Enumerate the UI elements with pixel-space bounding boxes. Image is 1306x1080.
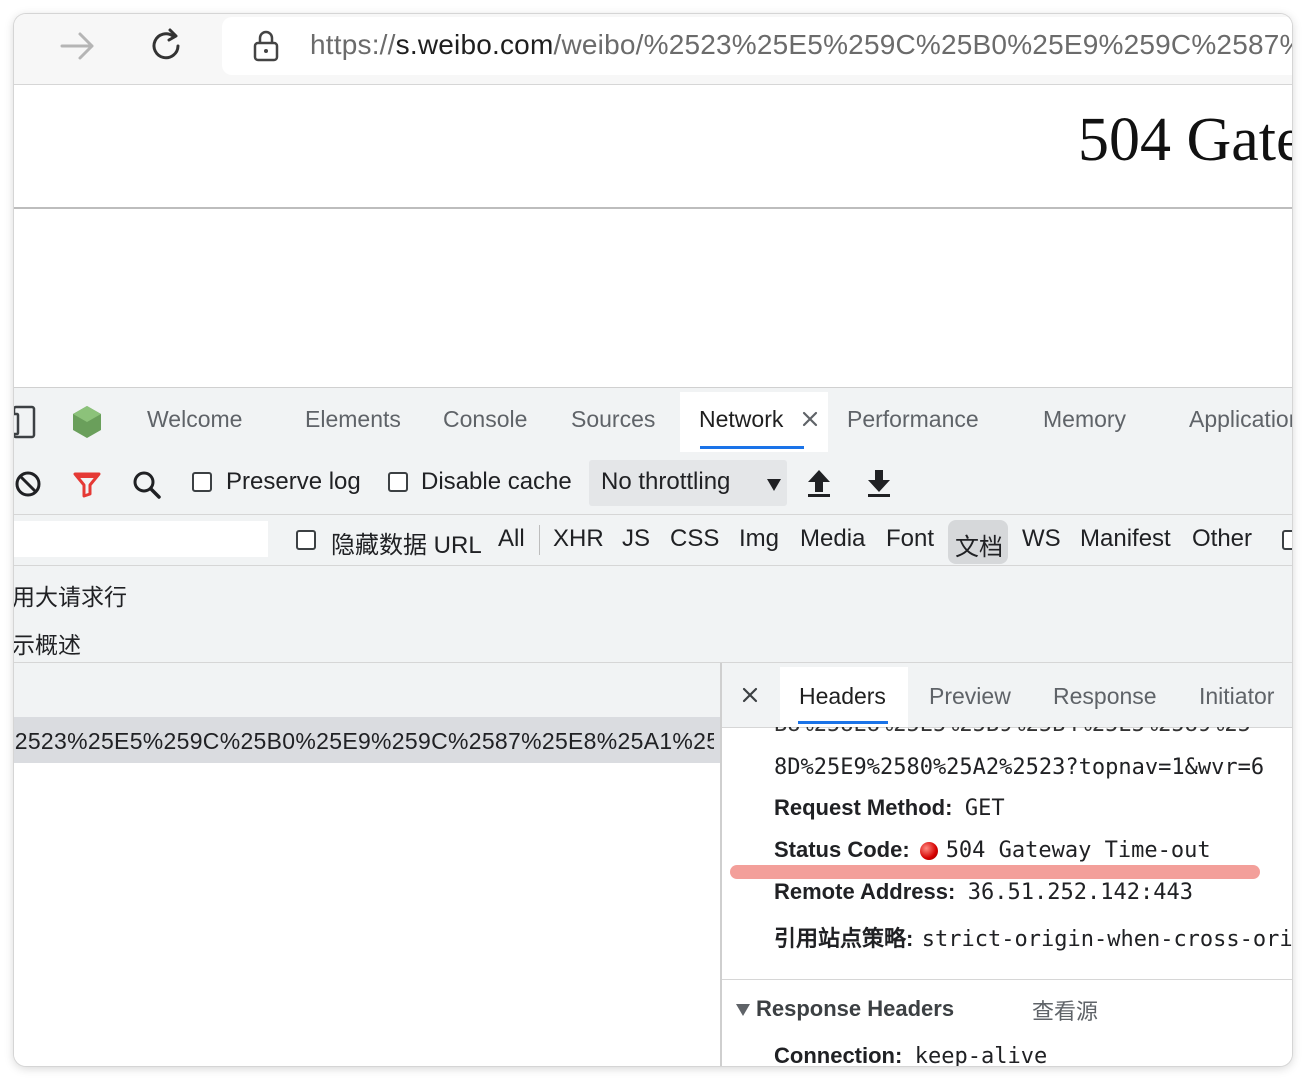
- throttling-select[interactable]: No throttling: [589, 460, 787, 506]
- show-overview-label[interactable]: 示概述: [14, 626, 81, 660]
- request-details: Headers Preview Response Initiator B8%25…: [722, 663, 1292, 1066]
- header-referrer-policy: 引用站点策略: strict-origin-when-cross-origin: [774, 921, 1292, 953]
- url-fragment-clip: B8%258E8%25E5%25B9%25B4%25E5%2589%25: [774, 727, 1292, 739]
- request-list: %2523%25E5%259C%25B0%25E9%259C%2587%25E8…: [14, 663, 722, 1066]
- network-toolbar: Preserve log Disable cache No throttling: [14, 452, 1292, 515]
- page-content: 504 Gateway Time-out: [14, 85, 1292, 387]
- header-value: 36.51.252.142:443: [967, 880, 1193, 905]
- header-request-method: Request Method: GET: [774, 795, 1005, 821]
- network-options: 用大请求行 示概述: [14, 566, 1292, 663]
- tab-network[interactable]: Network: [699, 406, 783, 433]
- url-fragment-2: 8D%25E9%2580%25A2%2523?topnav=1&wvr=6: [774, 755, 1265, 780]
- filter-font[interactable]: Font: [886, 525, 934, 553]
- filter-other[interactable]: Other: [1192, 525, 1252, 553]
- filter-bar: 隐藏数据 URL All XHR JS CSS Img Media Font 文…: [14, 515, 1292, 566]
- tab-console[interactable]: Console: [443, 406, 527, 433]
- filter-xhr[interactable]: XHR: [553, 525, 604, 553]
- url-scheme: https://: [310, 29, 396, 60]
- header-value: 504 Gateway Time-out: [945, 838, 1211, 863]
- device-toggle-icon[interactable]: [14, 404, 40, 445]
- forward-icon[interactable]: [58, 28, 98, 69]
- clear-icon[interactable]: [14, 470, 42, 503]
- lock-icon[interactable]: [252, 29, 280, 68]
- search-icon[interactable]: [132, 470, 162, 505]
- header-key: Status Code:: [774, 837, 910, 862]
- header-remote-address: Remote Address: 36.51.252.142:443: [774, 879, 1193, 905]
- url-host: s.weibo.com: [395, 29, 554, 60]
- request-name-text: %2523%25E5%259C%25B0%25E9%259C%2587%25E8…: [14, 728, 714, 754]
- hide-data-urls-label[interactable]: 隐藏数据 URL: [331, 525, 482, 560]
- request-list-header: [14, 663, 720, 718]
- devtools-tab-bar: Welcome Elements Console Sources Network…: [14, 387, 1292, 453]
- node-icon[interactable]: [70, 404, 104, 445]
- browser-window: https://s.weibo.com/weibo/%2523%25E5%259…: [14, 14, 1292, 1066]
- headers-tab-indicator: [798, 721, 888, 724]
- header-value: strict-origin-when-cross-origin: [921, 927, 1292, 952]
- import-har-icon[interactable]: [806, 468, 832, 503]
- tab-performance[interactable]: Performance: [847, 406, 979, 433]
- request-name[interactable]: %2523%25E5%259C%25B0%25E9%259C%2587%25E8…: [14, 728, 714, 755]
- filter-doc[interactable]: 文档: [955, 527, 1003, 562]
- tab-headers[interactable]: Headers: [799, 683, 886, 710]
- browser-toolbar: https://s.weibo.com/weibo/%2523%25E5%259…: [14, 14, 1292, 85]
- annotation-highlight: [730, 865, 1260, 879]
- tab-response[interactable]: Response: [1053, 683, 1157, 710]
- tab-application[interactable]: Application: [1189, 406, 1292, 433]
- tab-preview[interactable]: Preview: [929, 683, 1011, 710]
- tab-memory[interactable]: Memory: [1043, 406, 1126, 433]
- close-tab-icon[interactable]: [802, 411, 818, 432]
- close-details-icon[interactable]: [742, 687, 758, 708]
- tab-sources[interactable]: Sources: [571, 406, 655, 433]
- header-status-code: Status Code: 504 Gateway Time-out: [774, 837, 1211, 864]
- disable-cache-label[interactable]: Disable cache: [421, 468, 572, 496]
- header-value: GET: [964, 796, 1005, 821]
- filter-separator: [539, 525, 540, 555]
- url-path: /weibo/%2523%25E5%259C%25B0%25E9%259C%25…: [553, 29, 1292, 60]
- blocked-requests-checkbox[interactable]: [1282, 530, 1292, 550]
- large-rows-label[interactable]: 用大请求行: [14, 578, 127, 612]
- details-tab-bar: Headers Preview Response Initiator: [722, 663, 1292, 728]
- filter-manifest[interactable]: Manifest: [1080, 525, 1171, 553]
- view-source-link[interactable]: 查看源: [1032, 994, 1098, 1026]
- filter-input[interactable]: [14, 521, 268, 557]
- page-divider: [14, 207, 1292, 209]
- table-row[interactable]: %2523%25E5%259C%25B0%25E9%259C%2587%25E8…: [14, 717, 720, 763]
- throttling-value: No throttling: [601, 468, 731, 495]
- preserve-log-label[interactable]: Preserve log: [226, 468, 361, 496]
- header-key: Connection:: [774, 1043, 903, 1066]
- filter-icon[interactable]: [72, 470, 102, 503]
- response-headers-title[interactable]: Response Headers: [756, 996, 954, 1022]
- filter-ws[interactable]: WS: [1022, 525, 1061, 553]
- tab-initiator[interactable]: Initiator: [1199, 683, 1274, 710]
- url-fragment-1: B8%258E8%25E5%25B9%25B4%25E5%2589%25: [774, 727, 1251, 737]
- tab-welcome[interactable]: Welcome: [147, 406, 242, 433]
- header-key: 引用站点策略:: [774, 926, 914, 951]
- section-divider: [722, 979, 1292, 980]
- filter-css[interactable]: CSS: [670, 525, 719, 553]
- filter-img[interactable]: Img: [739, 525, 779, 553]
- address-bar[interactable]: https://s.weibo.com/weibo/%2523%25E5%259…: [222, 17, 1292, 75]
- tab-elements[interactable]: Elements: [305, 406, 401, 433]
- filter-media[interactable]: Media: [800, 525, 865, 553]
- filter-js[interactable]: JS: [622, 525, 650, 553]
- status-error-icon: [919, 841, 938, 860]
- header-value: keep-alive: [914, 1044, 1048, 1066]
- network-tab-indicator: [700, 446, 804, 449]
- header-key: Remote Address:: [774, 879, 956, 904]
- triangle-down-icon[interactable]: [736, 1003, 750, 1021]
- filter-all[interactable]: All: [498, 525, 525, 553]
- preserve-log-checkbox[interactable]: [192, 472, 212, 492]
- reload-icon[interactable]: [146, 26, 186, 71]
- disable-cache-checkbox[interactable]: [388, 472, 408, 492]
- chevron-down-icon: [767, 478, 781, 496]
- url-text[interactable]: https://s.weibo.com/weibo/%2523%25E5%259…: [310, 29, 1292, 61]
- header-connection: Connection: keep-alive: [774, 1043, 1047, 1066]
- hide-data-urls-checkbox[interactable]: [296, 530, 316, 550]
- page-title: 504 Gateway Time-out: [1078, 106, 1292, 174]
- header-key: Request Method:: [774, 795, 953, 820]
- export-har-icon[interactable]: [866, 468, 892, 503]
